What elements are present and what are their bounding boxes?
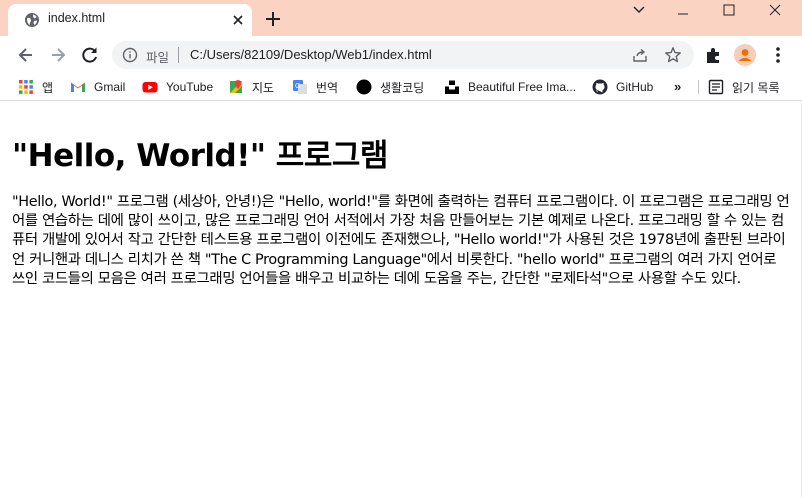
bookmark-label: YouTube [166, 80, 214, 94]
page-viewport: "Hello, World!" 프로그램 "Hello, World!" 프로그… [0, 102, 802, 497]
close-tab-icon[interactable] [230, 12, 246, 28]
person-icon [738, 49, 752, 61]
scheme-label: 파일 [146, 51, 170, 65]
window-close-button[interactable] [752, 0, 798, 20]
bookmark-label: 앱 [42, 80, 54, 95]
profile-avatar[interactable] [734, 44, 756, 66]
black-circle-icon [356, 79, 372, 95]
extensions-puzzle-icon[interactable] [704, 45, 724, 65]
maximize-button[interactable] [706, 0, 752, 20]
bookmark-gmail[interactable]: Gmail [70, 78, 125, 96]
bookmark-label: 생활코딩 [380, 80, 425, 95]
title-bar: index.html [0, 0, 802, 36]
bookmarks-bar: 앱 Gmail YouTube 지도 G 번역 생활코딩 Beautiful F… [0, 74, 802, 101]
maps-icon [230, 80, 242, 93]
globe-icon [25, 13, 39, 27]
url-text[interactable]: C:/Users/82109/Desktop/Web1/index.html [190, 47, 432, 62]
chevron-down-icon [633, 6, 645, 13]
reading-list-button[interactable]: 읽기 목록 [708, 78, 780, 96]
tab-title: index.html [48, 11, 105, 25]
bookmark-label: GitHub [616, 80, 654, 94]
reading-list-icon [708, 79, 724, 95]
svg-text:G: G [295, 83, 300, 90]
address-bar[interactable]: 파일 C:/Users/82109/Desktop/Web1/index.htm… [112, 41, 694, 69]
browser-tab[interactable]: index.html [8, 4, 252, 36]
new-tab-icon[interactable] [264, 10, 282, 28]
close-icon [769, 4, 781, 16]
bookmark-label: 번역 [316, 80, 339, 95]
address-separator [178, 47, 179, 63]
bookmark-label: Gmail [94, 80, 126, 94]
page-paragraph: "Hello, World!" 프로그램 (세상아, 안녕!)은 "Hello,… [12, 194, 790, 287]
bookmark-github[interactable]: GitHub [592, 78, 653, 96]
youtube-icon [142, 82, 158, 93]
tab-search-button[interactable] [616, 0, 662, 20]
minimize-button[interactable] [660, 0, 706, 20]
reading-list-label: 읽기 목록 [732, 80, 780, 95]
more-vertical-icon[interactable] [768, 45, 788, 65]
bookmark-label: Beautiful Free Ima... [468, 80, 577, 94]
forward-arrow-icon[interactable] [48, 45, 68, 65]
info-icon[interactable] [122, 47, 138, 63]
github-icon [592, 79, 608, 95]
bookmark-youtube[interactable]: YouTube [142, 78, 213, 96]
bookmark-star-icon[interactable] [664, 46, 682, 64]
maximize-icon [723, 4, 735, 16]
minimize-icon [678, 13, 688, 15]
translate-icon: G [293, 80, 307, 94]
bookmark-label: 지도 [252, 80, 275, 95]
gmail-icon [71, 82, 85, 92]
bookmarks-divider [698, 80, 699, 94]
bookmark-translate[interactable]: G 번역 [292, 78, 338, 96]
apps-grid-icon [19, 80, 33, 94]
bookmarks-overflow-button[interactable]: » [674, 79, 681, 94]
unsplash-icon [445, 80, 459, 94]
page-heading: "Hello, World!" 프로그램 [12, 138, 388, 174]
bookmark-unsplash[interactable]: Beautiful Free Ima... [444, 78, 576, 96]
reload-icon[interactable] [80, 45, 100, 65]
bookmark-maps[interactable]: 지도 [228, 78, 274, 96]
back-arrow-icon[interactable] [16, 45, 36, 65]
bookmark-apps[interactable]: 앱 [18, 78, 53, 96]
browser-toolbar: 파일 C:/Users/82109/Desktop/Web1/index.htm… [0, 36, 802, 74]
share-icon[interactable] [632, 47, 648, 63]
bookmark-saenghwalcoding[interactable]: 생활코딩 [356, 78, 424, 96]
